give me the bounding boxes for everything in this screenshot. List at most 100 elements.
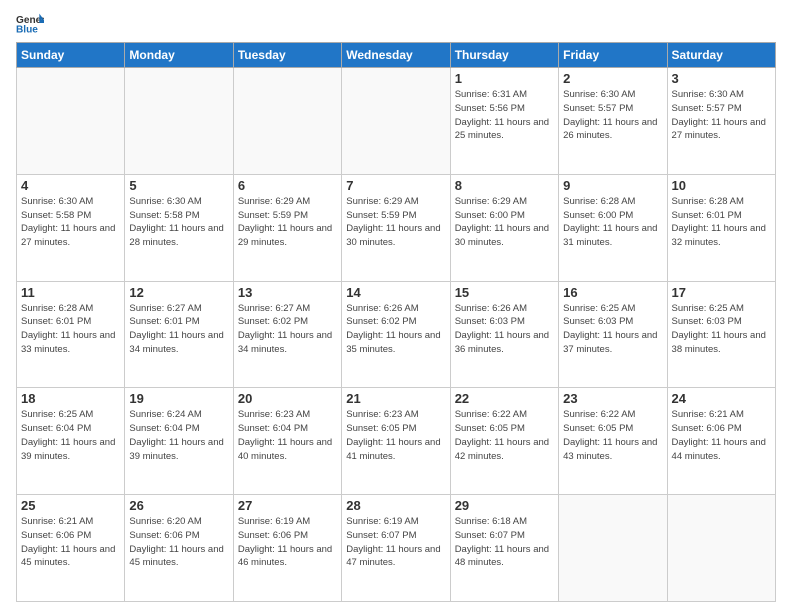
sun-info: Sunrise: 6:25 AMSunset: 6:03 PMDaylight:… [672, 302, 771, 357]
day-number: 19 [129, 391, 228, 406]
calendar-day-cell: 17 Sunrise: 6:25 AMSunset: 6:03 PMDayligh… [667, 281, 775, 388]
calendar-week-row: 18 Sunrise: 6:25 AMSunset: 6:04 PMDayligh… [17, 388, 776, 495]
day-number: 28 [346, 498, 445, 513]
sun-info: Sunrise: 6:25 AMSunset: 6:03 PMDaylight:… [563, 302, 662, 357]
calendar-day-header: Saturday [667, 43, 775, 68]
calendar-day-cell: 23 Sunrise: 6:22 AMSunset: 6:05 PMDayligh… [559, 388, 667, 495]
calendar-day-cell [667, 495, 775, 602]
calendar-day-cell: 6 Sunrise: 6:29 AMSunset: 5:59 PMDaylight… [233, 174, 341, 281]
day-number: 20 [238, 391, 337, 406]
day-number: 18 [21, 391, 120, 406]
day-number: 21 [346, 391, 445, 406]
calendar-day-cell: 16 Sunrise: 6:25 AMSunset: 6:03 PMDayligh… [559, 281, 667, 388]
calendar-day-cell: 28Sunrise: 6:19 AMSunset: 6:07 PMDayligh… [342, 495, 450, 602]
calendar-week-row: 11Sunrise: 6:28 AMSunset: 6:01 PMDayligh… [17, 281, 776, 388]
day-number: 4 [21, 178, 120, 193]
page-header: General Blue [16, 12, 776, 34]
calendar-day-cell: 14Sunrise: 6:26 AMSunset: 6:02 PMDayligh… [342, 281, 450, 388]
day-number: 16 [563, 285, 662, 300]
calendar-day-cell [342, 68, 450, 175]
sun-info: Sunrise: 6:21 AMSunset: 6:06 PMDaylight:… [672, 408, 771, 463]
sun-info: Sunrise: 6:29 AMSunset: 5:59 PMDaylight:… [346, 195, 445, 250]
day-number: 2 [563, 71, 662, 86]
sun-info: Sunrise: 6:21 AMSunset: 6:06 PMDaylight:… [21, 515, 120, 570]
calendar-day-cell: 12 Sunrise: 6:27 AMSunset: 6:01 PMDayligh… [125, 281, 233, 388]
day-number: 13 [238, 285, 337, 300]
sun-info: Sunrise: 6:29 AMSunset: 6:00 PMDaylight:… [455, 195, 554, 250]
calendar-day-cell [233, 68, 341, 175]
calendar-day-header: Thursday [450, 43, 558, 68]
calendar-day-cell: 15 Sunrise: 6:26 AMSunset: 6:03 PMDayligh… [450, 281, 558, 388]
day-number: 26 [129, 498, 228, 513]
calendar-day-cell [125, 68, 233, 175]
sun-info: Sunrise: 6:28 AMSunset: 6:01 PMDaylight:… [672, 195, 771, 250]
day-number: 3 [672, 71, 771, 86]
calendar-day-cell [559, 495, 667, 602]
calendar-day-cell: 8 Sunrise: 6:29 AMSunset: 6:00 PMDaylight… [450, 174, 558, 281]
day-number: 12 [129, 285, 228, 300]
calendar-day-header: Monday [125, 43, 233, 68]
sun-info: Sunrise: 6:30 AMSunset: 5:57 PMDaylight:… [672, 88, 771, 143]
sun-info: Sunrise: 6:25 AMSunset: 6:04 PMDaylight:… [21, 408, 120, 463]
sun-info: Sunrise: 6:24 AMSunset: 6:04 PMDaylight:… [129, 408, 228, 463]
calendar-day-cell: 4 Sunrise: 6:30 AMSunset: 5:58 PMDaylight… [17, 174, 125, 281]
calendar-table: SundayMondayTuesdayWednesdayThursdayFrid… [16, 42, 776, 602]
calendar-day-cell: 5 Sunrise: 6:30 AMSunset: 5:58 PMDaylight… [125, 174, 233, 281]
day-number: 10 [672, 178, 771, 193]
calendar-day-cell: 9 Sunrise: 6:28 AMSunset: 6:00 PMDaylight… [559, 174, 667, 281]
calendar-day-cell: 25 Sunrise: 6:21 AMSunset: 6:06 PMDayligh… [17, 495, 125, 602]
sun-info: Sunrise: 6:30 AMSunset: 5:58 PMDaylight:… [129, 195, 228, 250]
calendar-day-cell [17, 68, 125, 175]
sun-info: Sunrise: 6:27 AMSunset: 6:01 PMDaylight:… [129, 302, 228, 357]
day-number: 5 [129, 178, 228, 193]
day-number: 24 [672, 391, 771, 406]
calendar-day-header: Friday [559, 43, 667, 68]
calendar-week-row: 25 Sunrise: 6:21 AMSunset: 6:06 PMDayligh… [17, 495, 776, 602]
calendar-day-cell: 10 Sunrise: 6:28 AMSunset: 6:01 PMDayligh… [667, 174, 775, 281]
calendar-day-header: Wednesday [342, 43, 450, 68]
day-number: 6 [238, 178, 337, 193]
day-number: 15 [455, 285, 554, 300]
sun-info: Sunrise: 6:23 AMSunset: 6:05 PMDaylight:… [346, 408, 445, 463]
day-number: 29 [455, 498, 554, 513]
calendar-header-row: SundayMondayTuesdayWednesdayThursdayFrid… [17, 43, 776, 68]
sun-info: Sunrise: 6:28 AMSunset: 6:00 PMDaylight:… [563, 195, 662, 250]
day-number: 11 [21, 285, 120, 300]
calendar-day-cell: 21 Sunrise: 6:23 AMSunset: 6:05 PMDayligh… [342, 388, 450, 495]
calendar-day-cell: 20 Sunrise: 6:23 AMSunset: 6:04 PMDayligh… [233, 388, 341, 495]
sun-info: Sunrise: 6:18 AMSunset: 6:07 PMDaylight:… [455, 515, 554, 570]
calendar-day-cell: 26 Sunrise: 6:20 AMSunset: 6:06 PMDayligh… [125, 495, 233, 602]
calendar-week-row: 4 Sunrise: 6:30 AMSunset: 5:58 PMDaylight… [17, 174, 776, 281]
calendar-day-cell: 11Sunrise: 6:28 AMSunset: 6:01 PMDayligh… [17, 281, 125, 388]
calendar-day-cell: 27 Sunrise: 6:19 AMSunset: 6:06 PMDayligh… [233, 495, 341, 602]
sun-info: Sunrise: 6:20 AMSunset: 6:06 PMDaylight:… [129, 515, 228, 570]
day-number: 22 [455, 391, 554, 406]
calendar-day-cell: 2 Sunrise: 6:30 AMSunset: 5:57 PMDaylight… [559, 68, 667, 175]
logo: General Blue [16, 12, 44, 34]
sun-info: Sunrise: 6:19 AMSunset: 6:06 PMDaylight:… [238, 515, 337, 570]
day-number: 17 [672, 285, 771, 300]
calendar-day-cell: 1Sunrise: 6:31 AMSunset: 5:56 PMDaylight… [450, 68, 558, 175]
calendar-day-cell: 7 Sunrise: 6:29 AMSunset: 5:59 PMDaylight… [342, 174, 450, 281]
sun-info: Sunrise: 6:26 AMSunset: 6:03 PMDaylight:… [455, 302, 554, 357]
calendar-day-header: Tuesday [233, 43, 341, 68]
sun-info: Sunrise: 6:30 AMSunset: 5:57 PMDaylight:… [563, 88, 662, 143]
day-number: 23 [563, 391, 662, 406]
day-number: 27 [238, 498, 337, 513]
calendar-day-cell: 29 Sunrise: 6:18 AMSunset: 6:07 PMDayligh… [450, 495, 558, 602]
day-number: 8 [455, 178, 554, 193]
day-number: 25 [21, 498, 120, 513]
calendar-day-cell: 3 Sunrise: 6:30 AMSunset: 5:57 PMDaylight… [667, 68, 775, 175]
sun-info: Sunrise: 6:27 AMSunset: 6:02 PMDaylight:… [238, 302, 337, 357]
sun-info: Sunrise: 6:22 AMSunset: 6:05 PMDaylight:… [563, 408, 662, 463]
calendar-day-cell: 24 Sunrise: 6:21 AMSunset: 6:06 PMDayligh… [667, 388, 775, 495]
sun-info: Sunrise: 6:29 AMSunset: 5:59 PMDaylight:… [238, 195, 337, 250]
sun-info: Sunrise: 6:30 AMSunset: 5:58 PMDaylight:… [21, 195, 120, 250]
sun-info: Sunrise: 6:23 AMSunset: 6:04 PMDaylight:… [238, 408, 337, 463]
calendar-day-cell: 22 Sunrise: 6:22 AMSunset: 6:05 PMDayligh… [450, 388, 558, 495]
calendar-day-header: Sunday [17, 43, 125, 68]
day-number: 7 [346, 178, 445, 193]
day-number: 14 [346, 285, 445, 300]
sun-info: Sunrise: 6:22 AMSunset: 6:05 PMDaylight:… [455, 408, 554, 463]
day-number: 9 [563, 178, 662, 193]
